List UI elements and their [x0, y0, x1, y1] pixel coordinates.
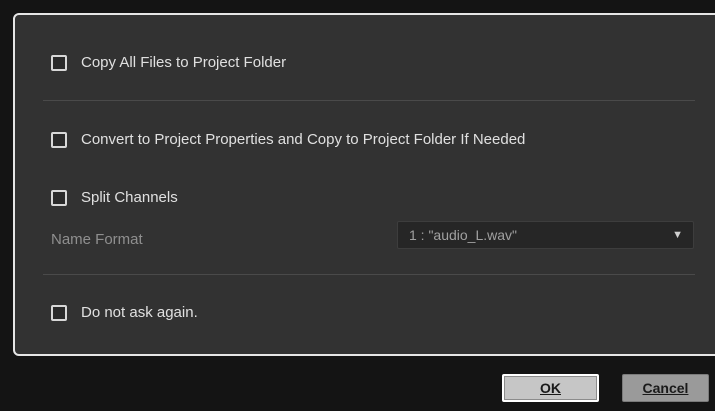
- copy-all-files-checkbox[interactable]: [51, 54, 67, 71]
- name-format-label: Name Format: [51, 231, 143, 248]
- convert-and-copy-option[interactable]: Convert to Project Properties and Copy t…: [51, 131, 525, 148]
- copy-all-files-label: Copy All Files to Project Folder: [81, 54, 287, 71]
- do-not-ask-option[interactable]: Do not ask again.: [51, 304, 198, 321]
- convert-and-copy-checkbox[interactable]: [51, 131, 67, 148]
- split-channels-label: Split Channels: [81, 189, 178, 206]
- chevron-down-icon: ▼: [672, 228, 683, 241]
- split-channels-option[interactable]: Split Channels: [51, 189, 178, 206]
- do-not-ask-checkbox[interactable]: [51, 304, 67, 321]
- ok-button[interactable]: OK: [502, 374, 599, 402]
- import-options-panel: Copy All Files to Project Folder Convert…: [13, 13, 715, 356]
- split-channels-checkbox[interactable]: [51, 189, 67, 206]
- divider: [43, 100, 695, 101]
- name-format-value: 1 : "audio_L.wav": [409, 227, 518, 243]
- convert-and-copy-label: Convert to Project Properties and Copy t…: [81, 131, 526, 148]
- name-format-dropdown[interactable]: 1 : "audio_L.wav" ▼: [397, 221, 694, 249]
- divider: [43, 274, 695, 275]
- do-not-ask-label: Do not ask again.: [81, 304, 198, 321]
- copy-all-files-option[interactable]: Copy All Files to Project Folder: [51, 54, 286, 71]
- cancel-button[interactable]: Cancel: [622, 374, 709, 402]
